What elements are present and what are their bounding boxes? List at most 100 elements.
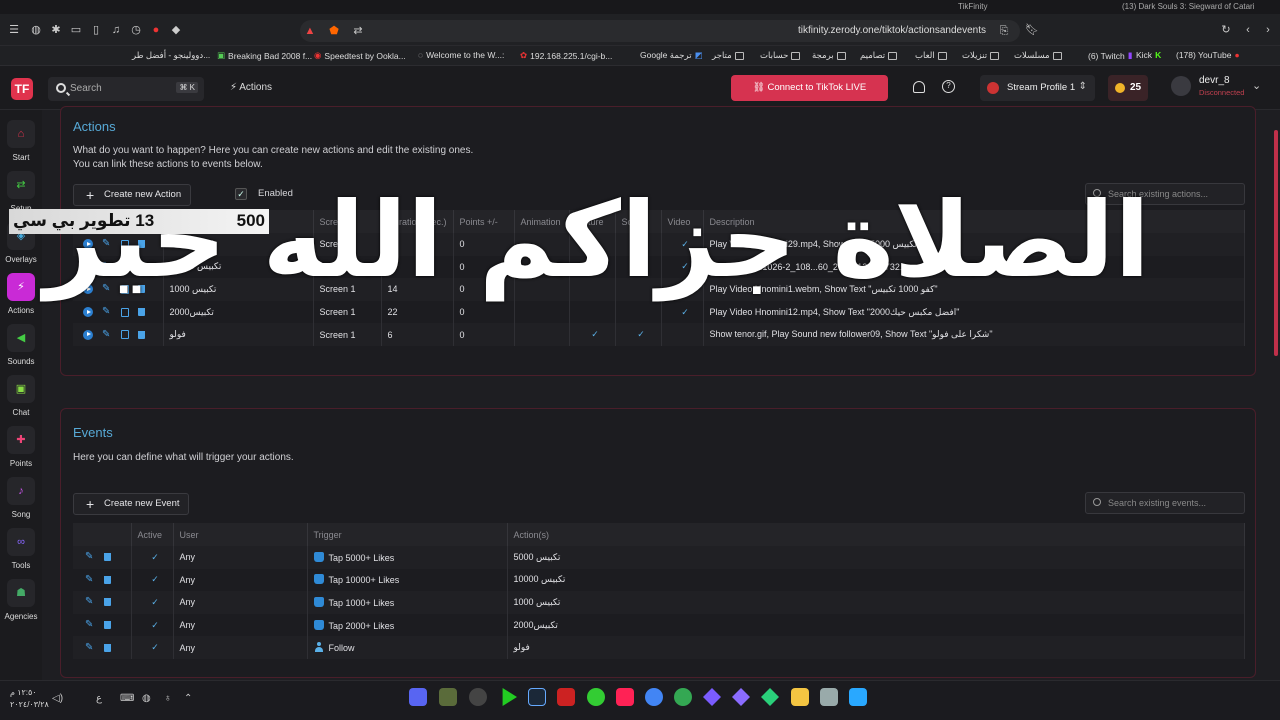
breadcrumb-actions[interactable]: ⚡︎ Actions: [230, 82, 272, 93]
file-explorer-icon[interactable]: [791, 688, 809, 706]
delete-icon[interactable]: [138, 330, 145, 339]
bookmark-router[interactable]: ✿ 192.168.225.1/cgi-b...: [520, 50, 612, 61]
username[interactable]: devr_8: [1199, 75, 1230, 86]
delete-icon[interactable]: [104, 553, 111, 562]
copy-icon[interactable]: [121, 330, 129, 340]
stream-profile-select[interactable]: Stream Profile 1 ⇕: [980, 75, 1095, 101]
edit-icon[interactable]: ✎: [85, 642, 95, 653]
sidebar-item-start[interactable]: ⌂ Start: [0, 118, 42, 166]
delete-icon[interactable]: [104, 575, 111, 584]
share-icon[interactable]: ⎘: [998, 25, 1010, 37]
play-icon[interactable]: [83, 329, 93, 340]
page-scrollbar[interactable]: [1274, 130, 1278, 356]
windows-start-icon[interactable]: [849, 688, 867, 706]
back-icon[interactable]: ‹: [1242, 24, 1254, 36]
bookmark-programming[interactable]: برمجة: [812, 50, 846, 61]
bookmark-youtube[interactable]: (178) YouTube ●: [1176, 50, 1240, 60]
diamond-icon[interactable]: ◆: [170, 24, 182, 36]
connect-tiktok-button[interactable]: ⛓︎ Connect to TikTok LIVE: [731, 75, 888, 101]
edit-icon[interactable]: ✎: [85, 620, 95, 630]
bookmark-kick[interactable]: Kick K: [1136, 50, 1161, 60]
tray-expand-icon[interactable]: ⌃: [184, 693, 192, 704]
chrome-profile-icon[interactable]: [674, 688, 692, 706]
language-icon[interactable]: ع: [96, 693, 102, 704]
url-text[interactable]: tikfinity.zerody.one/tiktok/actionsandev…: [798, 25, 986, 36]
bookmark-twitch[interactable]: (6) Twitch ▮: [1088, 50, 1132, 61]
bookmark-welcome[interactable]: ◌ Welcome to the W...:: [418, 50, 504, 60]
sidebar-item-sounds[interactable]: ◀︎ Sounds: [0, 322, 42, 370]
music-icon[interactable]: ♫: [110, 24, 122, 36]
bookmark-icon[interactable]: 🔖︎: [1025, 24, 1039, 36]
create-event-button[interactable]: + Create new Event: [73, 493, 189, 515]
bookmark-duolingo[interactable]: دوولينجو - أفضل طر...: [132, 50, 210, 61]
chat-app-icon[interactable]: [587, 688, 605, 706]
sidebar-item-actions[interactable]: ⚡︎ Actions: [0, 271, 42, 319]
column-header[interactable]: Action(s): [507, 523, 1245, 546]
active-check-icon[interactable]: ✓: [151, 574, 159, 584]
notes-icon[interactable]: ▯: [90, 24, 102, 36]
bookmark-speedtest[interactable]: ◉ Speedtest by Ookla...: [314, 50, 406, 61]
sidebar-item-song[interactable]: ♪ Song: [0, 475, 42, 523]
app-diamond-icon-2[interactable]: [732, 688, 750, 706]
sidebar-item-tools[interactable]: ∞ Tools: [0, 526, 42, 574]
app-diamond-icon[interactable]: [703, 688, 721, 706]
edit-icon[interactable]: ✎: [85, 597, 95, 607]
active-check-icon[interactable]: ✓: [151, 597, 159, 607]
edit-icon[interactable]: ✎: [85, 574, 95, 585]
bookmark-downloads[interactable]: تنزيلات: [962, 50, 1000, 61]
window-icon[interactable]: ▭: [70, 24, 82, 36]
network-icon[interactable]: ◍: [142, 693, 151, 704]
notifications-icon[interactable]: [913, 81, 925, 93]
bookmark-breaking-bad[interactable]: ▣ Breaking Bad 2008 f...: [217, 50, 312, 61]
live-studio-icon[interactable]: [502, 688, 517, 706]
bookmark-stores[interactable]: متاجر: [712, 50, 744, 61]
extension-icon[interactable]: ✱: [50, 24, 62, 36]
column-header[interactable]: Trigger: [307, 523, 508, 546]
streamer-app-icon[interactable]: [557, 688, 575, 706]
url-field[interactable]: ▲ ⬟ ⇄ tikfinity.zerody.one/tiktok/action…: [300, 20, 1020, 42]
coins-badge[interactable]: 25: [1108, 75, 1148, 101]
shield-icon[interactable]: ◍: [30, 24, 42, 36]
taskbar-clock[interactable]: ١٢:٥٠ م ٢٠٢٤/٠٣/٢٨: [10, 687, 49, 711]
active-check-icon[interactable]: ✓: [151, 642, 159, 652]
column-header[interactable]: User: [173, 523, 308, 546]
game-app-icon[interactable]: [439, 688, 457, 706]
reload-icon[interactable]: ↻: [1220, 24, 1232, 36]
menu-icon[interactable]: ☰: [8, 24, 20, 36]
tab-tikfinity[interactable]: TikFinity: [958, 2, 987, 11]
edit-icon[interactable]: ✎: [85, 552, 95, 562]
search-events-input[interactable]: Search existing events...: [1085, 492, 1245, 514]
discord-icon[interactable]: [409, 688, 427, 706]
delete-icon[interactable]: [104, 621, 111, 630]
avatar[interactable]: [1171, 76, 1191, 96]
obs-icon[interactable]: [469, 688, 487, 706]
global-search[interactable]: Search ⌘ K: [48, 77, 204, 101]
mic-icon[interactable]: ♁: [164, 693, 172, 704]
bookmark-games[interactable]: العاب: [915, 50, 947, 61]
sidebar-item-agencies[interactable]: ☗ Agencies: [0, 577, 42, 625]
window-app-icon[interactable]: [820, 688, 838, 706]
brave-icon[interactable]: [616, 688, 634, 706]
steam-icon[interactable]: [528, 688, 546, 706]
bookmark-google-translate[interactable]: Google ترجمة ◩: [640, 50, 703, 61]
sidebar-item-chat[interactable]: ▣ Chat: [0, 373, 42, 421]
active-check-icon[interactable]: ✓: [151, 552, 159, 562]
tab-youtube[interactable]: (13) Dark Souls 3: Siegward of Catari: [1122, 2, 1255, 11]
bookmark-designs[interactable]: تصاميم: [860, 50, 898, 61]
chrome-icon[interactable]: [645, 688, 663, 706]
tikfinity-logo[interactable]: TF: [11, 78, 33, 100]
column-header[interactable]: Active: [131, 523, 174, 546]
record-icon[interactable]: ●: [150, 24, 162, 36]
edit-icon[interactable]: ✎: [102, 329, 112, 340]
help-icon[interactable]: ?: [942, 80, 955, 93]
brave-shield-icon[interactable]: ⬟: [328, 25, 340, 37]
app-green-icon[interactable]: [761, 688, 779, 706]
translate-icon[interactable]: ⇄: [352, 25, 364, 37]
bookmark-accounts[interactable]: حسابات: [760, 50, 801, 61]
volume-icon[interactable]: ◁): [52, 693, 63, 704]
active-check-icon[interactable]: ✓: [151, 620, 159, 630]
delete-icon[interactable]: [104, 643, 111, 652]
keyboard-icon[interactable]: ⌨: [120, 693, 134, 704]
brave-warning-icon[interactable]: ▲: [304, 25, 316, 37]
sidebar-item-points[interactable]: ✚ Points: [0, 424, 42, 472]
